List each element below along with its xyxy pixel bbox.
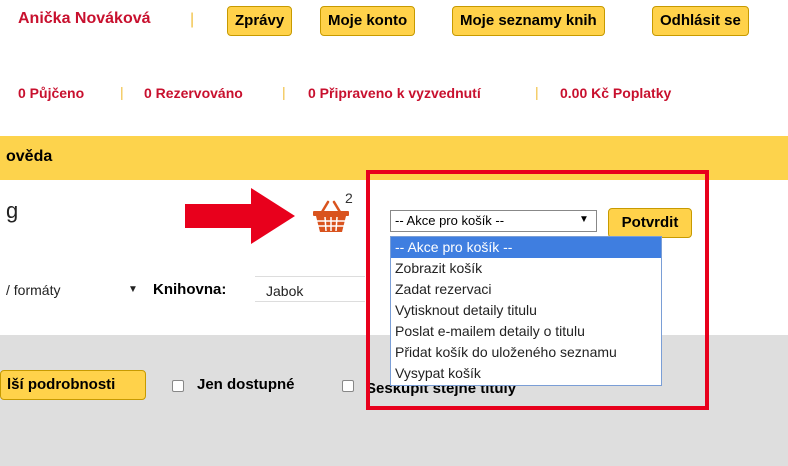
separator: | xyxy=(535,84,539,100)
confirm-button[interactable]: Potvrdit xyxy=(608,208,692,238)
page-title-fragment: g xyxy=(6,198,19,223)
separator: | xyxy=(282,84,286,100)
separator: | xyxy=(190,11,195,28)
logout-button[interactable]: Odhlásit se xyxy=(652,6,749,36)
only-available-checkbox[interactable] xyxy=(172,380,184,392)
dropdown-option-add-to-list[interactable]: Přidat košík do uloženého seznamu xyxy=(391,342,661,363)
chevron-down-icon: ▼ xyxy=(579,214,589,225)
red-arrow-right-icon xyxy=(185,188,295,244)
menu-bar xyxy=(0,136,788,180)
dropdown-option[interactable]: -- Akce pro košík -- xyxy=(391,237,661,258)
dropdown-option-place-hold[interactable]: Zadat rezervaci xyxy=(391,279,661,300)
separator: | xyxy=(120,84,124,100)
cart-actions-select[interactable]: -- Akce pro košík -- xyxy=(390,210,597,232)
messages-button[interactable]: Zprávy xyxy=(227,6,293,36)
formats-select[interactable]: / formáty xyxy=(6,282,60,298)
cart-actions-dropdown: -- Akce pro košík -- Zobrazit košík Zada… xyxy=(390,236,662,386)
dropdown-option-email-details[interactable]: Poslat e-mailem detaily o titulu xyxy=(391,321,661,342)
user-name: Anička Nováková xyxy=(18,10,151,27)
group-titles-checkbox[interactable] xyxy=(342,380,354,392)
only-available-label: Jen dostupné xyxy=(197,376,295,393)
borrowed-count[interactable]: 0 Půjčeno xyxy=(18,85,84,101)
chevron-down-icon: ▼ xyxy=(128,284,138,295)
ready-count[interactable]: 0 Připraveno k vyzvednutí xyxy=(308,85,481,101)
fees-amount[interactable]: 0.00 Kč Poplatky xyxy=(560,85,671,101)
dropdown-option-show-cart[interactable]: Zobrazit košík xyxy=(391,258,661,279)
more-details-button[interactable]: lší podrobnosti xyxy=(0,370,146,400)
library-label: Knihovna: xyxy=(153,281,227,298)
my-lists-button[interactable]: Moje seznamy knih xyxy=(452,6,605,36)
library-value: Jabok xyxy=(266,283,304,299)
reserved-count[interactable]: 0 Rezervováno xyxy=(144,85,243,101)
dropdown-option-print-details[interactable]: Vytisknout detaily titulu xyxy=(391,300,661,321)
help-link[interactable]: ověda xyxy=(6,148,52,166)
my-account-button[interactable]: Moje konto xyxy=(320,6,416,36)
dropdown-option-empty-cart[interactable]: Vysypat košík xyxy=(391,363,661,384)
basket-count-badge: 2 xyxy=(345,190,353,206)
